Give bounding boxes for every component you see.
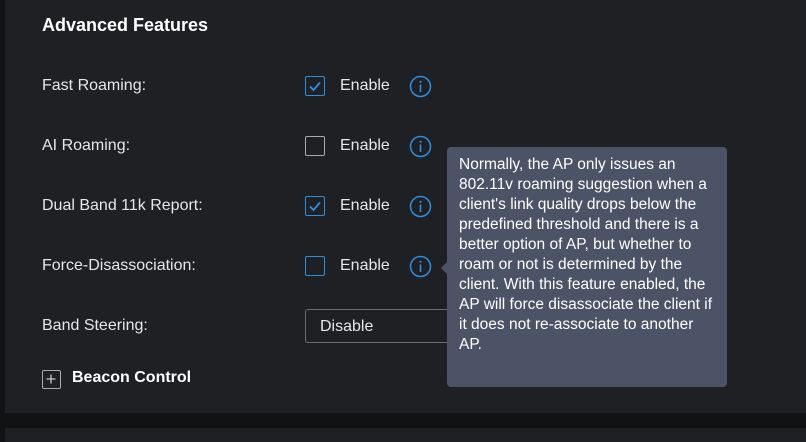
dual-band-11k-report-enable-label[interactable]: Enable (340, 196, 390, 216)
force-disassociation-info-icon[interactable] (409, 255, 432, 278)
force-disassociation-label: Force-Disassociation: (42, 257, 196, 274)
fast-roaming-info-icon[interactable] (409, 75, 432, 98)
force-disassociation-enable-label[interactable]: Enable (340, 256, 390, 276)
band-steering-select[interactable]: Disable (305, 309, 465, 343)
force-disassociation-checkbox[interactable] (305, 256, 325, 276)
ai-roaming-info-icon[interactable] (409, 135, 432, 158)
next-section-panel (5, 428, 806, 442)
fast-roaming-label: Fast Roaming: (42, 77, 147, 94)
fast-roaming-enable-label[interactable]: Enable (340, 76, 390, 96)
plus-square-icon[interactable] (42, 370, 61, 389)
ai-roaming-checkbox[interactable] (305, 136, 325, 156)
band-steering-label: Band Steering: (42, 317, 148, 334)
ai-roaming-label: AI Roaming: (42, 137, 131, 154)
dual-band-11k-report-label: Dual Band 11k Report: (42, 197, 203, 214)
check-icon (309, 81, 321, 92)
plus-icon (46, 374, 56, 384)
dual-band-11k-report-info-icon[interactable] (409, 195, 432, 218)
beacon-control-toggle[interactable]: Beacon Control (72, 368, 191, 388)
check-icon (309, 201, 321, 212)
band-steering-selected-value: Disable (320, 318, 374, 335)
ai-roaming-enable-label[interactable]: Enable (340, 136, 390, 156)
section-title: Advanced Features (42, 15, 209, 35)
force-disassociation-tooltip: Normally, the AP only issues an 802.11v … (447, 147, 727, 387)
fast-roaming-checkbox[interactable] (305, 76, 325, 96)
dual-band-11k-report-checkbox[interactable] (305, 196, 325, 216)
